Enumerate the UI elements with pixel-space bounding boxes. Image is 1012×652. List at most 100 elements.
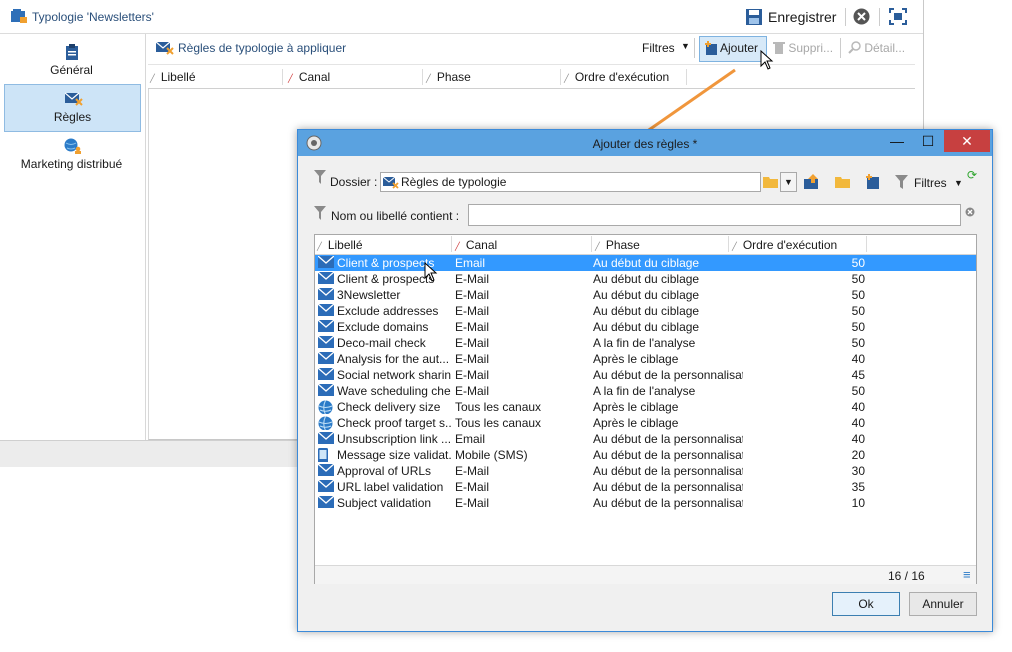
sidebar: Général Règles Marketing distribué: [0, 34, 146, 440]
rule-channel: Email: [455, 432, 486, 446]
ok-button[interactable]: Ok: [832, 592, 900, 616]
sidebar-item-rules[interactable]: Règles: [4, 84, 141, 132]
rule-phase: Au début du ciblage: [593, 304, 700, 318]
column-header-channel[interactable]: ╱ Canal: [288, 70, 330, 84]
column-header-order[interactable]: ╱ Ordre d'exécution: [732, 238, 837, 252]
rule-phase: Après le ciblage: [593, 352, 679, 366]
rule-channel: E-Mail: [455, 384, 490, 398]
rule-label: Exclude addresses: [337, 304, 439, 318]
rule-channel: E-Mail: [455, 352, 490, 366]
column-header-channel[interactable]: ╱ Canal: [455, 238, 497, 252]
cancel-button[interactable]: Annuler: [909, 592, 977, 616]
close-icon[interactable]: ✕: [944, 130, 990, 152]
rule-order: 40: [851, 432, 865, 446]
column-separator: [728, 236, 729, 252]
email-icon: [318, 352, 334, 366]
rule-order: 50: [851, 320, 865, 334]
rule-label: Unsubscription link ...: [337, 432, 451, 446]
rule-label: Check delivery size: [337, 400, 441, 414]
rules-icon: [65, 92, 83, 106]
rule-order: 20: [851, 448, 865, 462]
phone-icon: [318, 448, 334, 462]
rule-row[interactable]: Check delivery size Tous les canaux Après …: [315, 399, 976, 415]
menu-icon[interactable]: ≡: [963, 567, 971, 582]
filters-button[interactable]: Filtres: [914, 176, 947, 190]
rule-phase: Au début du ciblage: [593, 272, 700, 286]
separator: [845, 8, 846, 26]
column-header-phase[interactable]: ╱ Phase: [595, 238, 640, 252]
email-icon: [318, 480, 334, 494]
maximize-icon[interactable]: ☐: [913, 130, 943, 152]
rule-row[interactable]: 3Newsletter E-Mail Au début du ciblage 50: [315, 287, 976, 303]
rule-phase: Au début de la personnalisation: [593, 464, 743, 478]
folder-icon[interactable]: [763, 175, 778, 188]
rule-order: 40: [851, 400, 865, 414]
column-header-label[interactable]: ╱ Libellé: [317, 238, 363, 252]
rule-row[interactable]: Unsubscription link ... Email Au début de …: [315, 431, 976, 447]
rule-phase: Au début de la personnalisation: [593, 480, 743, 494]
rule-label: 3Newsletter: [337, 288, 401, 302]
email-icon: [318, 464, 334, 478]
folder-up-icon[interactable]: [804, 174, 820, 189]
rule-row[interactable]: Subject validation E-Mail Au début de la p…: [315, 495, 976, 511]
column-header-label[interactable]: ╱ Libellé: [150, 70, 196, 84]
email-icon: [318, 368, 334, 382]
rule-row[interactable]: Analysis for the aut... E-Mail Après le ci…: [315, 351, 976, 367]
detail-button[interactable]: Détail...: [848, 41, 905, 55]
rule-row[interactable]: Deco-mail check E-Mail A la fin de l'analy…: [315, 335, 976, 351]
email-icon: [318, 384, 334, 398]
column-header-phase[interactable]: ╱ Phase: [426, 70, 471, 84]
rule-phase: Au début de la personnalisation: [593, 496, 743, 510]
fullscreen-icon[interactable]: [889, 8, 907, 25]
sidebar-item-label: Général: [50, 63, 93, 77]
chevron-down-icon[interactable]: ▼: [681, 41, 690, 51]
rule-channel: Mobile (SMS): [455, 448, 528, 462]
record-count: 16 / 16: [888, 569, 925, 583]
rule-channel: E-Mail: [455, 272, 490, 286]
rule-row[interactable]: Approval of URLs E-Mail Au début de la per…: [315, 463, 976, 479]
filter-icon[interactable]: [895, 175, 908, 189]
name-filter-input[interactable]: [468, 204, 961, 226]
refresh-icon[interactable]: ⟳: [967, 168, 977, 182]
open-folder-icon[interactable]: [835, 175, 851, 188]
rule-label: Exclude domains: [337, 320, 429, 334]
dialog-titlebar: Ajouter des règles * — ☐ ✕: [298, 130, 992, 156]
rule-channel: E-Mail: [455, 304, 490, 318]
email-icon: [318, 336, 334, 350]
rule-row[interactable]: URL label validation E-Mail Au début de la…: [315, 479, 976, 495]
rule-row[interactable]: Social network sharin... E-Mail Au début d…: [315, 367, 976, 383]
add-button[interactable]: Ajouter: [699, 36, 767, 62]
minimize-icon[interactable]: —: [882, 130, 912, 152]
sidebar-item-general[interactable]: Général: [4, 38, 139, 84]
chevron-down-icon[interactable]: ▼: [954, 178, 963, 188]
filters-button[interactable]: Filtres: [642, 41, 675, 55]
rule-row[interactable]: Exclude domains E-Mail Au début du ciblage…: [315, 319, 976, 335]
rule-order: 50: [851, 288, 865, 302]
rule-order: 35: [851, 480, 865, 494]
rule-row[interactable]: Exclude addresses E-Mail Au début du cibla…: [315, 303, 976, 319]
window-title: Typologie 'Newsletters': [32, 10, 154, 24]
new-rule-icon[interactable]: [865, 174, 881, 190]
rule-channel: E-Mail: [455, 368, 490, 382]
folder-field[interactable]: Règles de typologie: [380, 172, 761, 192]
rule-order: 40: [851, 352, 865, 366]
rule-phase: Au début du ciblage: [593, 320, 700, 334]
add-label: Ajouter: [720, 41, 759, 55]
rule-row[interactable]: Check proof target s... Tous les canaux Ap…: [315, 415, 976, 431]
cancel-icon[interactable]: [853, 8, 870, 25]
rule-row[interactable]: Wave scheduling che... E-Mail A la fin de …: [315, 383, 976, 399]
clear-icon[interactable]: [965, 207, 975, 217]
sidebar-item-distributed-marketing[interactable]: Marketing distribué: [4, 132, 139, 178]
delete-button[interactable]: Suppri...: [773, 41, 833, 55]
rule-channel: E-Mail: [455, 320, 490, 334]
chevron-down-icon[interactable]: ▼: [780, 172, 797, 192]
rule-row[interactable]: Client & prospects E-Mail Au début du cibl…: [315, 271, 976, 287]
name-filter-label: Nom ou libellé contient :: [331, 209, 460, 223]
email-icon: [318, 288, 334, 302]
rule-row[interactable]: Client & prospects Email Au début du cibla…: [315, 255, 976, 271]
globe-icon: [318, 400, 334, 414]
globe-user-icon: [64, 138, 81, 154]
rule-channel: E-Mail: [455, 480, 490, 494]
save-button[interactable]: Enregistrer: [746, 7, 838, 27]
rule-row[interactable]: Message size validat... Mobile (SMS) Au dé…: [315, 447, 976, 463]
